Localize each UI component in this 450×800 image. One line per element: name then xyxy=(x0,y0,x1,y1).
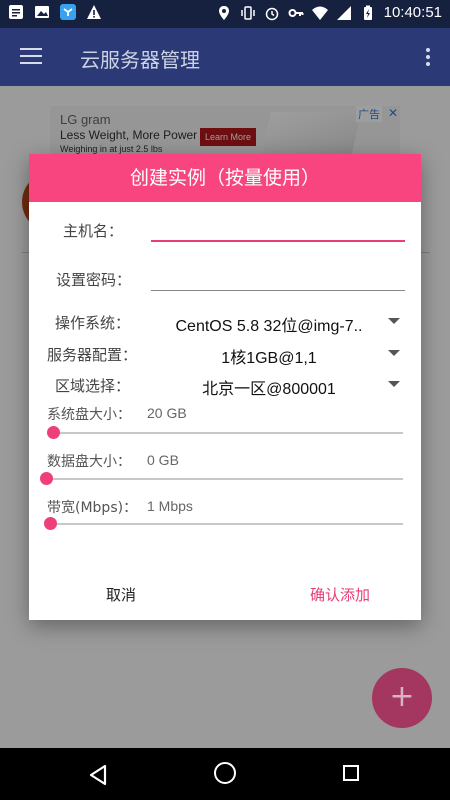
notification-icons xyxy=(8,4,102,20)
zone-label: 区域选择： xyxy=(55,377,131,395)
confirm-add-button[interactable]: 确认添加 xyxy=(285,584,395,605)
system-disk-value: 20 GB xyxy=(147,405,187,421)
bandwidth-value: 1 Mbps xyxy=(147,498,193,514)
system-disk-label: 系统盘大小： xyxy=(47,407,131,423)
zone-select[interactable]: 北京一区@800001 xyxy=(149,375,389,399)
battery-charging-icon xyxy=(363,5,372,20)
image-icon xyxy=(35,6,49,18)
system-disk-slider-thumb[interactable] xyxy=(47,426,60,439)
password-label: 设置密码： xyxy=(56,271,132,289)
vibrate-icon xyxy=(240,6,255,20)
data-disk-value: 0 GB xyxy=(147,452,179,468)
bandwidth-slider[interactable] xyxy=(49,523,403,525)
overflow-menu-icon[interactable] xyxy=(426,48,430,66)
app-title: 云服务器管理 xyxy=(80,48,200,72)
app-notification-icon xyxy=(60,4,76,20)
add-fab-button[interactable]: + xyxy=(372,668,432,728)
os-label: 操作系统： xyxy=(55,314,131,332)
notification-list-icon xyxy=(9,5,23,19)
clock: 10:40:51 xyxy=(383,4,442,21)
create-instance-dialog: 创建实例（按量使用） 主机名： 设置密码： 操作系统： CentOS 5.8 3… xyxy=(29,154,421,620)
os-select[interactable]: CentOS 5.8 32位@img-7.. xyxy=(149,312,389,336)
zone-dropdown-icon[interactable] xyxy=(388,381,400,387)
menu-icon[interactable] xyxy=(20,48,42,66)
hostname-label: 主机名： xyxy=(63,222,124,240)
app-bar: 云服务器管理 xyxy=(0,28,450,86)
data-disk-label: 数据盘大小： xyxy=(47,454,131,470)
recents-icon[interactable] xyxy=(343,765,359,781)
warning-icon xyxy=(87,5,101,19)
config-label: 服务器配置： xyxy=(47,346,138,364)
system-icons: 10:40:51 xyxy=(216,4,442,22)
os-dropdown-icon[interactable] xyxy=(388,318,400,324)
home-icon[interactable] xyxy=(214,762,236,784)
wifi-icon xyxy=(311,6,328,20)
location-icon xyxy=(218,6,229,20)
hostname-input[interactable] xyxy=(151,240,405,242)
bandwidth-label: 带宽(Mbps)： xyxy=(47,500,138,516)
back-icon[interactable] xyxy=(88,764,108,786)
navigation-bar xyxy=(0,748,450,800)
system-disk-slider[interactable] xyxy=(51,432,403,434)
alarm-icon xyxy=(265,7,278,21)
cancel-button[interactable]: 取消 xyxy=(81,584,161,605)
config-select[interactable]: 1核1GB@1,1 xyxy=(149,344,389,368)
data-disk-slider[interactable] xyxy=(44,478,403,480)
data-disk-slider-thumb[interactable] xyxy=(40,472,53,485)
bandwidth-slider-thumb[interactable] xyxy=(44,517,57,530)
plus-icon: + xyxy=(389,679,415,714)
dialog-title: 创建实例（按量使用） xyxy=(29,154,421,202)
config-dropdown-icon[interactable] xyxy=(388,350,400,356)
key-icon xyxy=(288,9,304,17)
status-bar: 10:40:51 xyxy=(0,0,450,28)
signal-icon xyxy=(336,6,351,20)
password-input[interactable] xyxy=(151,290,405,291)
